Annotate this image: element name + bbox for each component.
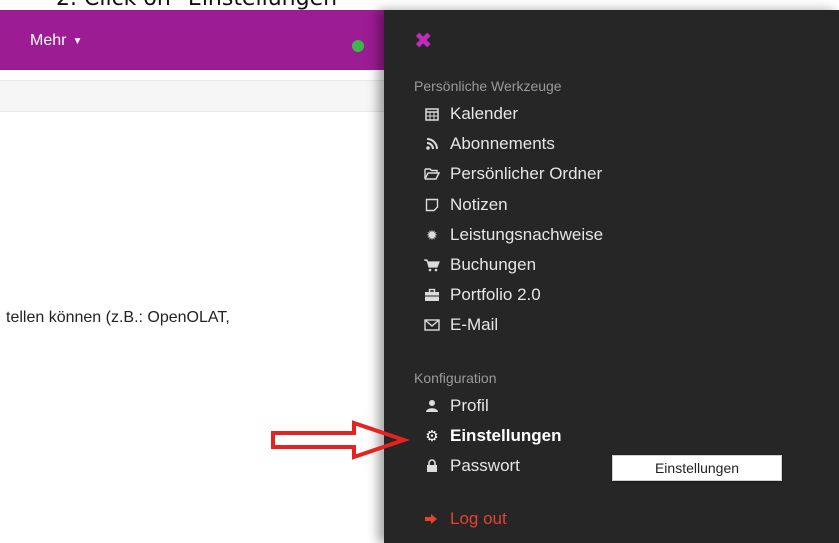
menu-item-calendar[interactable]: Kalender: [424, 104, 518, 124]
content-text: tellen können (z.B.: OpenOLAT,: [6, 309, 230, 326]
more-menu-button[interactable]: Mehr ▼: [30, 32, 82, 50]
logout-button[interactable]: Log out: [424, 509, 507, 529]
menu-item-label: Buchungen: [450, 255, 537, 274]
menu-item-label: Abonnements: [450, 134, 555, 153]
caret-down-icon: ▼: [72, 35, 83, 47]
section-title-personal-tools: Persönliche Werkzeuge: [414, 78, 562, 94]
breadcrumb-bar: [0, 80, 384, 112]
top-navigation-bar: Mehr ▼: [0, 10, 384, 70]
envelope-icon: [424, 318, 440, 332]
menu-item-subscriptions[interactable]: Abonnements: [424, 134, 555, 154]
menu-item-label: Profil: [450, 396, 489, 415]
lock-icon: [424, 459, 440, 473]
tooltip: Einstellungen: [612, 455, 782, 481]
logout-label: Log out: [450, 509, 507, 528]
section-title-configuration: Konfiguration: [414, 370, 497, 386]
menu-item-email[interactable]: E-Mail: [424, 315, 498, 335]
menu-item-label: Einstellungen: [450, 426, 562, 445]
menu-item-settings[interactable]: ⚙ Einstellungen: [424, 426, 561, 446]
menu-item-personal-folder[interactable]: Persönlicher Ordner: [424, 164, 602, 184]
menu-item-password[interactable]: Passwort: [424, 456, 520, 476]
menu-item-label: Kalender: [450, 104, 519, 123]
more-menu-label: Mehr: [30, 32, 67, 49]
menu-item-label: Portfolio 2.0: [450, 285, 541, 304]
sign-out-icon: [424, 512, 440, 526]
note-icon: [424, 198, 440, 212]
menu-item-notes[interactable]: Notizen: [424, 195, 508, 215]
menu-item-bookings[interactable]: Buchungen: [424, 255, 536, 275]
rss-icon: [424, 137, 440, 151]
folder-open-icon: [424, 167, 440, 181]
menu-item-label: Persönlicher Ordner: [450, 164, 603, 183]
briefcase-icon: [424, 288, 440, 302]
certificate-icon: ✹: [426, 226, 438, 243]
menu-item-portfolio[interactable]: Portfolio 2.0: [424, 285, 541, 305]
calendar-icon: [424, 107, 440, 121]
annotation-arrow-icon: [271, 420, 410, 460]
online-status-icon[interactable]: [352, 40, 364, 52]
menu-item-label: E-Mail: [450, 315, 499, 334]
cart-icon: [424, 258, 440, 272]
user-icon: [424, 399, 440, 413]
cogs-icon: ⚙: [425, 428, 439, 445]
menu-item-label: Notizen: [450, 195, 508, 214]
menu-item-label: Passwort: [450, 456, 520, 475]
menu-item-label: Leistungsnachweise: [450, 225, 604, 244]
menu-item-certificates[interactable]: ✹ Leistungsnachweise: [424, 225, 603, 245]
close-icon[interactable]: ✖: [414, 28, 432, 54]
menu-item-profile[interactable]: Profil: [424, 396, 489, 416]
